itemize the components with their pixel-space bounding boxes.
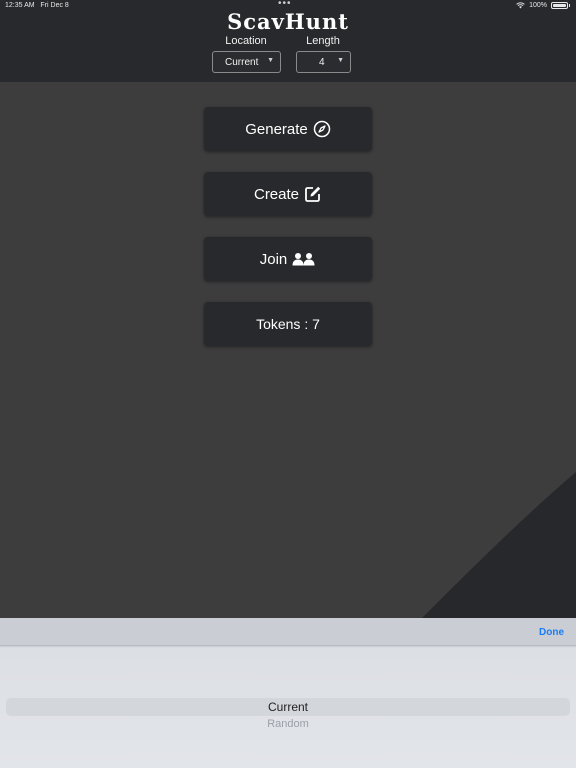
- status-date-text: Fri Dec 8: [40, 2, 69, 9]
- length-label: Length: [306, 35, 340, 47]
- tokens-label: Tokens : 7: [256, 316, 320, 332]
- generate-button[interactable]: Generate: [204, 107, 372, 151]
- picker-option-random[interactable]: Random: [0, 718, 576, 730]
- caret-down-icon: ▼: [267, 57, 274, 64]
- app-root: 12:35 AM Fri Dec 8 ••• 100% ScavHunt Loc…: [0, 0, 576, 768]
- location-select[interactable]: Current ▼: [212, 51, 281, 73]
- picker-option-current[interactable]: Current: [0, 700, 576, 714]
- join-label: Join: [259, 250, 288, 268]
- length-select-value: 4: [319, 57, 325, 68]
- multitasking-dots[interactable]: •••: [278, 0, 292, 9]
- app-title: ScavHunt: [227, 9, 349, 34]
- picker-sheet: Done Current Random: [0, 618, 576, 768]
- status-time-text: 12:35 AM: [5, 2, 35, 9]
- generate-label: Generate: [245, 120, 308, 138]
- tokens-button[interactable]: Tokens : 7: [204, 302, 372, 346]
- location-label: Location: [225, 35, 267, 47]
- battery-percent: 100%: [529, 2, 547, 9]
- done-button[interactable]: Done: [539, 627, 564, 638]
- users-icon: [292, 253, 315, 266]
- create-button[interactable]: Create: [204, 172, 372, 216]
- status-right: 100%: [516, 2, 570, 9]
- edit-icon: [305, 186, 321, 202]
- location-select-value: Current: [225, 57, 259, 68]
- battery-icon: [551, 2, 568, 9]
- join-button[interactable]: Join: [204, 237, 372, 281]
- compass-icon: [313, 120, 331, 138]
- create-label: Create: [253, 185, 300, 203]
- header: 12:35 AM Fri Dec 8 ••• 100% ScavHunt Loc…: [0, 0, 576, 82]
- picker-toolbar: Done: [0, 618, 576, 646]
- caret-down-icon: ▼: [337, 57, 344, 64]
- status-time: 12:35 AM Fri Dec 8: [5, 2, 69, 9]
- length-select[interactable]: 4 ▼: [296, 51, 351, 73]
- battery-tip: [569, 4, 570, 7]
- wifi-icon: [516, 2, 525, 9]
